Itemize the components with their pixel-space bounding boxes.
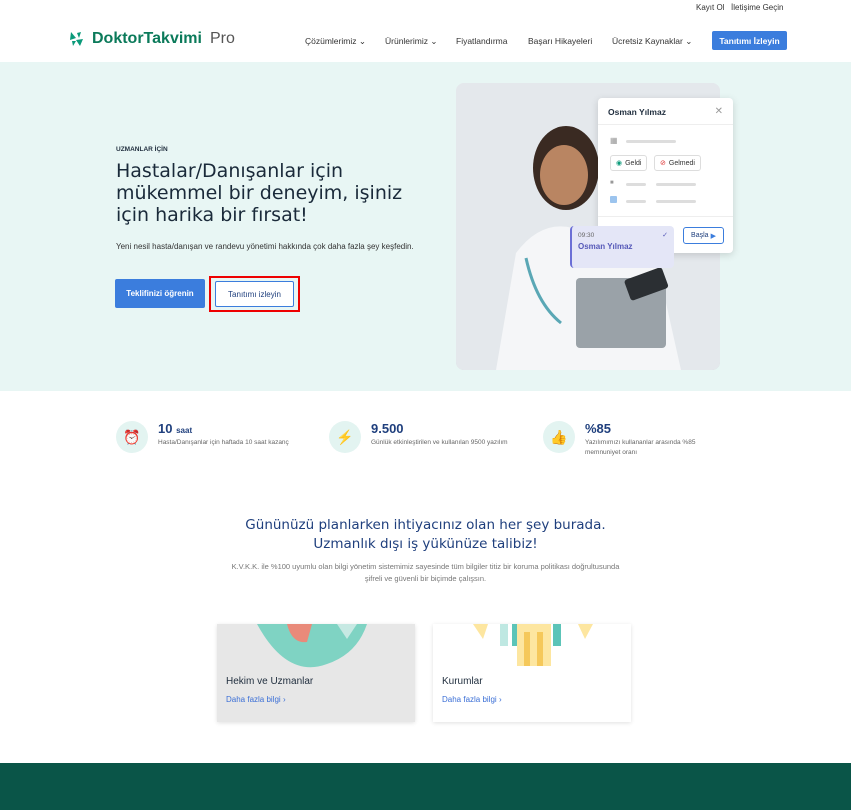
nav-pricing[interactable]: Fiyatlandırma bbox=[456, 36, 508, 46]
doctors-illustration bbox=[257, 624, 367, 668]
stat-software: ⚡ 9.500 Günlük etkinleştirilen ve kullan… bbox=[329, 421, 511, 453]
stat-value: %85 bbox=[585, 421, 612, 436]
nav-products-label: Ürünlerimiz bbox=[385, 36, 428, 46]
chevron-right-icon: › bbox=[498, 695, 502, 704]
appointment-name: Osman Yılmaz bbox=[578, 242, 633, 251]
nav-free-resources[interactable]: Ücretsiz Kaynaklar ⌄ bbox=[612, 36, 692, 47]
not-came-label: Gelmedi bbox=[668, 159, 695, 167]
footer-band bbox=[0, 763, 851, 810]
stat-desc: Hasta/Danışanlar için haftada 10 saat ka… bbox=[158, 439, 289, 446]
appointment-time: 09:30 bbox=[578, 232, 595, 239]
close-icon[interactable]: ✕ bbox=[715, 106, 723, 117]
learn-more-link[interactable]: Daha fazla bilgi › bbox=[226, 695, 286, 704]
plug-icon: ⚡ bbox=[329, 421, 361, 453]
get-offer-button[interactable]: Teklifinizi öğrenin bbox=[115, 279, 205, 308]
watch-demo-button[interactable]: Tanıtımı izleyin bbox=[215, 281, 294, 307]
stat-hours: ⏰ 10 saat Hasta/Danışanlar için haftada … bbox=[116, 421, 298, 453]
card-title: Kurumlar bbox=[442, 676, 483, 687]
nav-products[interactable]: Ürünlerimiz ⌄ bbox=[385, 36, 437, 47]
nav-solutions-label: Çözümlerimiz bbox=[305, 36, 357, 46]
nav-free-label: Ücretsiz Kaynaklar bbox=[612, 36, 683, 46]
hero-eyebrow: UZMANLAR İÇİN bbox=[116, 146, 168, 153]
chevron-down-icon: ⌄ bbox=[685, 36, 693, 46]
stat-value: 9.500 bbox=[371, 421, 404, 436]
section-subtitle: K.V.K.K. ile %100 uyumlu olan bilgi yöne… bbox=[231, 562, 620, 583]
video-icon: ■ bbox=[610, 180, 614, 186]
institutions-card[interactable]: Kurumlar Daha fazla bilgi › bbox=[433, 624, 631, 722]
chevron-down-icon: ⌄ bbox=[430, 36, 438, 46]
institutions-illustration bbox=[473, 624, 593, 666]
section-title: Gününüzü planlarken ihtiyacınız olan her… bbox=[245, 517, 606, 552]
doctors-card[interactable]: Hekim ve Uzmanlar Daha fazla bilgi › bbox=[217, 624, 415, 722]
chevron-right-icon: › bbox=[282, 695, 286, 704]
watch-demo-nav-button[interactable]: Tanıtımı İzleyin bbox=[712, 31, 787, 50]
start-button[interactable]: Başla ▶ bbox=[683, 227, 724, 244]
nav-success[interactable]: Başarı Hikayeleri bbox=[528, 36, 592, 46]
check-icon: ✓ bbox=[662, 232, 668, 239]
stat-desc: Yazılımımızı kullananlar arasında %85 me… bbox=[585, 439, 696, 456]
eye-icon: ◉ bbox=[616, 160, 623, 167]
appointment-chip[interactable]: 09:30 ✓ Osman Yılmaz bbox=[570, 226, 674, 268]
logo[interactable]: DoktorTakvimi Pro bbox=[68, 30, 235, 48]
start-label: Başla bbox=[691, 232, 709, 239]
hero-subtext: Yeni nesil hasta/danışan ve randevu yöne… bbox=[116, 242, 414, 251]
alarm-clock-icon: ⏰ bbox=[116, 421, 148, 453]
main-nav: DoktorTakvimi Pro Çözümlerimiz ⌄ Ürünleri… bbox=[0, 26, 851, 56]
logo-suffix: Pro bbox=[209, 30, 235, 47]
square-icon bbox=[610, 196, 617, 203]
came-button[interactable]: ◉ Geldi bbox=[610, 155, 648, 171]
thumbs-up-icon: 👍 bbox=[543, 421, 575, 453]
play-icon: ▶ bbox=[710, 232, 716, 240]
card-title: Hekim ve Uzmanlar bbox=[226, 676, 314, 687]
logo-icon bbox=[70, 32, 83, 46]
came-label: Geldi bbox=[625, 159, 642, 167]
register-link[interactable]: Kayıt Ol bbox=[696, 3, 724, 12]
eye-off-icon: ⊘ bbox=[660, 160, 666, 167]
stat-desc: Günlük etkinleştirilen ve kullanılan 950… bbox=[371, 439, 508, 446]
learn-more-link[interactable]: Daha fazla bilgi › bbox=[442, 695, 502, 704]
logo-brand: DoktorTakvimi bbox=[92, 30, 202, 47]
calendar-icon: ▦ bbox=[610, 136, 618, 145]
top-bar: Kayıt Ol İletişime Geçin bbox=[0, 0, 851, 14]
not-came-button[interactable]: ⊘ Gelmedi bbox=[654, 155, 701, 171]
chevron-down-icon: ⌄ bbox=[358, 36, 366, 46]
stat-satisfaction: 👍 %85 Yazılımımızı kullananlar arasında … bbox=[543, 421, 725, 458]
stat-value: 10 saat bbox=[158, 421, 193, 436]
hero-headline: Hastalar/Danışanlar için mükemmel bir de… bbox=[116, 160, 403, 226]
contact-link[interactable]: İletişime Geçin bbox=[731, 3, 783, 12]
patient-name: Osman Yılmaz bbox=[608, 107, 666, 117]
highlight-box: Tanıtımı izleyin bbox=[209, 276, 300, 312]
nav-solutions[interactable]: Çözümlerimiz ⌄ bbox=[305, 36, 366, 47]
